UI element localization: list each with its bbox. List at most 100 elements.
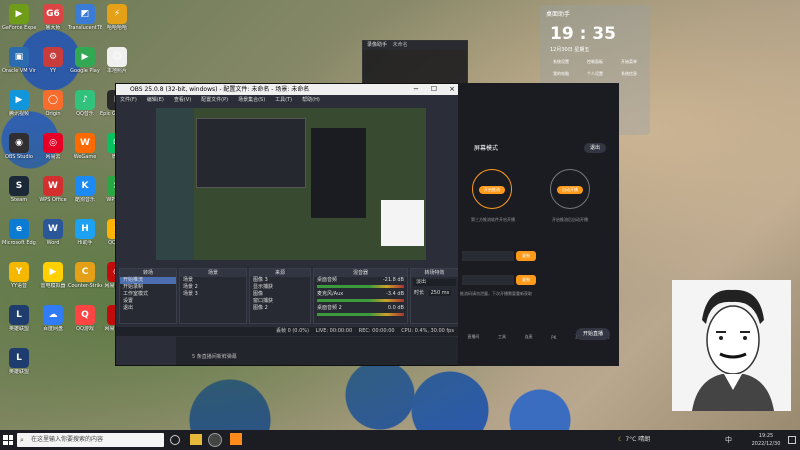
start-button[interactable] [3, 435, 13, 445]
volume-meter[interactable] [317, 299, 404, 302]
transition-select[interactable]: 淡出 [413, 279, 456, 286]
volume-meter[interactable] [317, 313, 404, 316]
source-item[interactable]: 图像 [250, 291, 310, 298]
desktop-icon[interactable]: L 英雄联盟 [2, 348, 36, 375]
toolbar-item[interactable]: 工具 [498, 334, 506, 340]
control-button[interactable]: 开始推流 [120, 277, 176, 284]
control-button[interactable]: 退出 [120, 305, 176, 312]
auto-live-button[interactable]: 自动开播 [557, 186, 583, 194]
taskbar-search-input[interactable]: ⌕ 在这里输入你要搜索的内容 [17, 433, 164, 447]
desktop-icon[interactable]: Y YY语音 [2, 262, 36, 289]
mixer-channel-db: -21.8 dB [382, 277, 404, 283]
desktop-icon[interactable]: ◉ OBS Studio [2, 133, 36, 160]
desktop-icon[interactable]: L 英雄联盟 [2, 305, 36, 332]
volume-meter[interactable] [317, 285, 404, 288]
desktop-icon[interactable]: H Hi助手 [68, 219, 102, 246]
desktop-icon-label: Steam [10, 197, 28, 203]
go-live-button[interactable]: 开始直播 [576, 328, 610, 340]
ime-indicator[interactable]: 中 [725, 430, 732, 450]
menu-item[interactable]: 编辑(E) [147, 97, 164, 103]
desktop-icon[interactable]: ☁ 百度网盘 [36, 305, 70, 332]
desktop-icon[interactable]: W Word [36, 219, 70, 246]
floating-window[interactable]: 录像助手 未命名 [362, 40, 468, 85]
desktop-icon[interactable]: ⚙ YY [36, 47, 70, 74]
source-item[interactable]: 图像 3 [250, 277, 310, 284]
desktop-icon[interactable]: W WPS Office [36, 176, 70, 203]
webcam-overlay [672, 280, 791, 411]
control-button[interactable]: 开始录制 [120, 284, 176, 291]
explorer-icon[interactable] [190, 434, 202, 445]
copy-key-button[interactable]: 复制 [516, 275, 536, 285]
toolbar-item[interactable]: 连麦 [525, 334, 533, 340]
mixer-channel-db: -3.4 dB [386, 291, 404, 297]
tray-clock[interactable]: 19:25 2022/12/30 [748, 432, 784, 448]
source-item[interactable]: 图像 2 [250, 305, 310, 312]
desktop-icon[interactable]: ◎ 网易云 [36, 133, 70, 160]
widget-shortcut[interactable]: 系统信息 [612, 71, 646, 77]
scene-item[interactable]: 场景 [180, 277, 246, 284]
maximize-button[interactable]: ☐ [425, 84, 443, 95]
clock-widget-title: 桌面助手 [546, 11, 571, 18]
exit-button[interactable]: 退出 [584, 143, 606, 153]
app-icon: ◉ [9, 133, 29, 153]
desktop-icon[interactable]: W WeGame [68, 133, 102, 160]
widget-shortcut[interactable]: 个人设置 [578, 71, 612, 77]
desktop-icon[interactable]: ▶ 雷电模拟器 [36, 262, 70, 289]
desktop-icon[interactable]: S Steam [2, 176, 36, 203]
source-item[interactable]: 显示捕获 [250, 284, 310, 291]
app-taskbar-icon[interactable] [230, 433, 242, 445]
source-item[interactable]: 窗口捕获 [250, 298, 310, 305]
weather-status[interactable]: ☾ 7°C 晴朗 [618, 430, 650, 450]
stream-url-field[interactable] [462, 251, 514, 261]
start-stream-button[interactable]: 开启推流 [479, 186, 505, 194]
widget-shortcut[interactable]: 系统设置 [544, 59, 578, 65]
scene-item[interactable]: 场景 2 [180, 284, 246, 291]
mixer-channel[interactable]: 桌面音频 2 0.0 dB [314, 305, 407, 312]
control-button[interactable]: 设置 [120, 298, 176, 305]
notification-icon[interactable] [788, 436, 796, 444]
desktop-icon[interactable]: ⚡ 哈哈哈哈 [100, 4, 134, 31]
status-live: LIVE: 00:00:00 [315, 328, 353, 334]
desktop-icon[interactable]: ▶GeForce Experience [2, 4, 36, 31]
menu-item[interactable]: 查看(V) [174, 97, 191, 103]
scene-item[interactable]: 场景 3 [180, 291, 246, 298]
menu-item[interactable]: 工具(T) [275, 97, 292, 103]
menu-item[interactable]: 场景集合(S) [238, 97, 265, 103]
obs-titlebar[interactable]: OBS 25.0.8 (32-bit, windows) - 配置文件: 未命名… [116, 84, 461, 95]
desktop-icon[interactable]: G6 鲁大师 [36, 4, 70, 31]
desktop-icon[interactable]: K 酷狗音乐 [68, 176, 102, 203]
obs-window[interactable]: OBS 25.0.8 (32-bit, windows) - 配置文件: 未命名… [115, 83, 462, 366]
duration-value[interactable]: 250 ms [428, 290, 452, 296]
widget-shortcut[interactable]: 开始菜单 [612, 59, 646, 65]
menu-item[interactable]: 帮助(H) [302, 97, 320, 103]
desktop-icon[interactable]: ▶ 腾讯视频 [2, 90, 36, 117]
desktop-icon[interactable]: ◩ TranslucentTB [68, 4, 102, 31]
menu-item[interactable]: 配置文件(P) [201, 97, 228, 103]
control-button[interactable]: 工作室模式 [120, 291, 176, 298]
desktop-icon[interactable]: ♪ QQ音乐 [68, 90, 102, 117]
widget-shortcut[interactable]: 我的电脑 [544, 71, 578, 77]
minimize-button[interactable]: − [407, 84, 425, 95]
toolbar-item[interactable]: 直播间 [467, 334, 479, 340]
mixer-channel[interactable]: 麦克风/Aux -3.4 dB [314, 291, 407, 298]
obs-taskbar-icon[interactable] [208, 433, 222, 447]
mixer-channel[interactable]: 桌面音频 -21.8 dB [314, 277, 407, 284]
stream-key-field[interactable] [462, 275, 514, 285]
broadcast-app-window[interactable]: 屏幕模式 退出 开启推流 自动开播 第三方推流软件开启开播 开启推流后自动开播 … [458, 83, 619, 366]
desktop-icon[interactable]: e Microsoft Edge [2, 219, 36, 246]
obs-preview[interactable] [156, 108, 426, 260]
app-icon: ♪ [75, 90, 95, 110]
copy-url-button[interactable]: 复制 [516, 251, 536, 261]
desktop-icon[interactable]: ▶ Google Play [68, 47, 102, 74]
app-icon: ▶ [75, 47, 95, 67]
obs-statusbar: 丢帧 0 (0.0%) LIVE: 00:00:00 REC: 00:00:00… [116, 327, 461, 336]
taskview-icon[interactable] [170, 435, 180, 445]
desktop-icon[interactable]: ☺ 本地照片 [100, 47, 134, 74]
widget-shortcut[interactable]: 控制面板 [578, 59, 612, 65]
desktop-icon[interactable]: ▣Oracle VM VirtualBox [2, 47, 36, 74]
menu-item[interactable]: 文件(F) [120, 97, 137, 103]
desktop-icon[interactable]: ◯ Origin [36, 90, 70, 117]
desktop-icon[interactable]: CCounter-Strike Global [68, 262, 102, 289]
desktop-icon[interactable]: Q QQ游戏 [68, 305, 102, 332]
toolbar-item[interactable]: PK [551, 335, 556, 340]
